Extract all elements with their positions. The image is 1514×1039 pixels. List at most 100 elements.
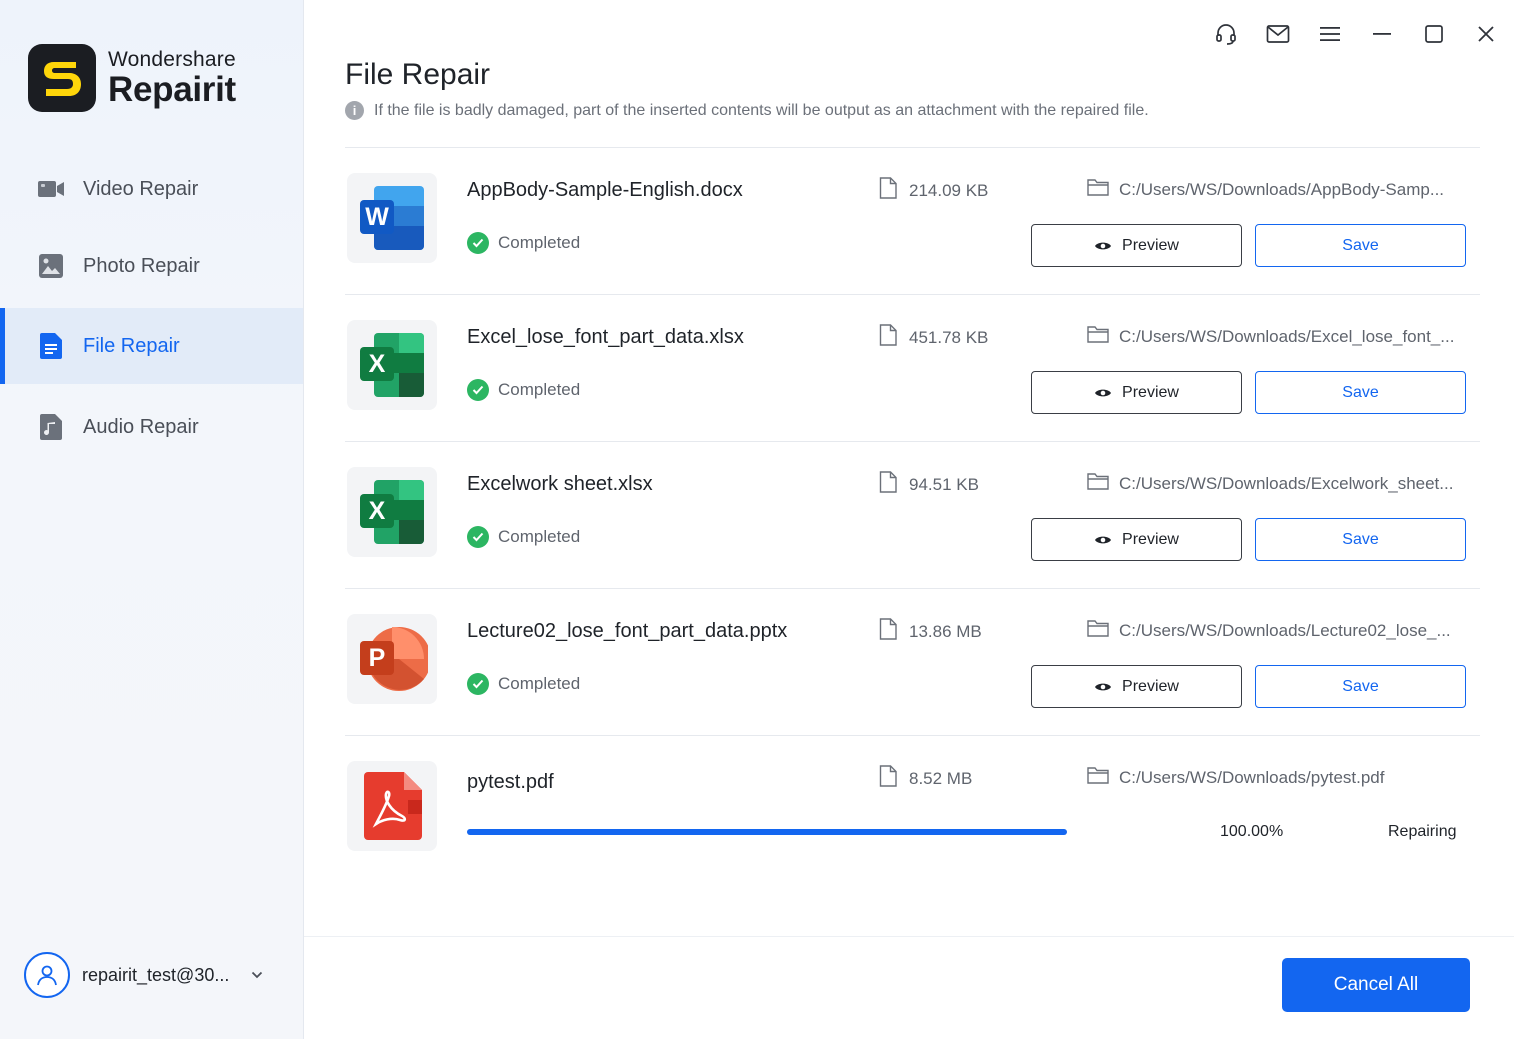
status-repairing: Repairing bbox=[1388, 823, 1457, 840]
file-name: Lecture02_lose_font_part_data.pptx bbox=[467, 620, 788, 642]
file-name: Excelwork sheet.xlsx bbox=[467, 473, 653, 495]
file-size: 94.51 KB bbox=[879, 471, 979, 498]
folder-icon bbox=[1087, 325, 1109, 348]
sidebar-item-label: Video Repair bbox=[83, 177, 199, 200]
file-name: pytest.pdf bbox=[467, 771, 554, 793]
file-outline-icon bbox=[879, 471, 897, 498]
file-list: W AppBody-Sample-English.docx Completed … bbox=[345, 147, 1480, 882]
file-outline-icon bbox=[879, 618, 897, 645]
minimize-icon[interactable] bbox=[1368, 20, 1396, 48]
progress-bar bbox=[467, 829, 1067, 835]
brand-product: Repairit bbox=[108, 70, 236, 109]
status-completed: Completed bbox=[467, 379, 580, 401]
preview-button[interactable]: Preview bbox=[1031, 518, 1242, 561]
eye-icon bbox=[1095, 389, 1112, 396]
mail-icon[interactable] bbox=[1264, 20, 1292, 48]
preview-label: Preview bbox=[1122, 530, 1179, 548]
sidebar-item-video-repair[interactable]: Video Repair bbox=[0, 151, 303, 227]
video-icon bbox=[38, 176, 64, 202]
pdf-file-icon bbox=[347, 761, 437, 851]
info-text: If the file is badly damaged, part of th… bbox=[374, 101, 1149, 119]
sidebar: Wondershare Repairit Video Repair Photo … bbox=[0, 0, 304, 1039]
sidebar-item-label: File Repair bbox=[83, 334, 180, 357]
file-outline-icon bbox=[879, 324, 897, 351]
eye-icon bbox=[1095, 536, 1112, 543]
excel-file-icon: X bbox=[347, 467, 437, 557]
file-outline-icon bbox=[879, 765, 897, 792]
powerpoint-file-icon: P bbox=[347, 614, 437, 704]
file-path: C:/Users/WS/Downloads/Excel_lose_font_..… bbox=[1087, 325, 1454, 348]
folder-icon bbox=[1087, 766, 1109, 789]
progress-fill bbox=[467, 829, 1067, 835]
file-row: X Excelwork sheet.xlsx Completed 94.51 K… bbox=[345, 441, 1480, 588]
svg-text:X: X bbox=[369, 497, 386, 525]
check-circle-icon bbox=[467, 526, 489, 548]
document-icon bbox=[38, 333, 64, 359]
status-text: Completed bbox=[498, 380, 581, 399]
folder-icon bbox=[1087, 472, 1109, 495]
progress-percent: 100.00% bbox=[1220, 823, 1284, 840]
eye-icon bbox=[1095, 683, 1112, 690]
sidebar-item-audio-repair[interactable]: Audio Repair bbox=[0, 389, 303, 465]
preview-label: Preview bbox=[1122, 383, 1179, 401]
save-button[interactable]: Save bbox=[1255, 371, 1466, 414]
file-name: Excel_lose_font_part_data.xlsx bbox=[467, 326, 744, 348]
file-row: pytest.pdf 8.52 MB C:/Users/WS/Downloads… bbox=[345, 735, 1480, 882]
file-path: C:/Users/WS/Downloads/pytest.pdf bbox=[1087, 766, 1384, 789]
chevron-down-icon[interactable] bbox=[251, 969, 263, 981]
file-row: P Lecture02_lose_font_part_data.pptx Com… bbox=[345, 588, 1480, 735]
preview-button[interactable]: Preview bbox=[1031, 665, 1242, 708]
folder-icon bbox=[1087, 178, 1109, 201]
check-circle-icon bbox=[467, 673, 489, 695]
status-text: Completed bbox=[498, 674, 581, 693]
word-file-icon: W bbox=[347, 173, 437, 263]
excel-file-icon: X bbox=[347, 320, 437, 410]
avatar bbox=[24, 952, 70, 998]
file-row: X Excel_lose_font_part_data.xlsx Complet… bbox=[345, 294, 1480, 441]
check-circle-icon bbox=[467, 232, 489, 254]
user-name: repairit_test@30... bbox=[82, 964, 230, 985]
headset-icon[interactable] bbox=[1212, 20, 1240, 48]
status-text: Completed bbox=[498, 233, 581, 252]
folder-icon bbox=[1087, 619, 1109, 642]
window-controls bbox=[1188, 20, 1500, 48]
svg-text:W: W bbox=[365, 203, 389, 231]
file-size: 13.86 MB bbox=[879, 618, 982, 645]
svg-text:P: P bbox=[369, 644, 386, 672]
user-account[interactable]: repairit_test@30... bbox=[24, 952, 263, 998]
page-title: File Repair bbox=[345, 58, 491, 91]
file-name: AppBody-Sample-English.docx bbox=[467, 179, 743, 201]
status-completed: Completed bbox=[467, 232, 580, 254]
status-completed: Completed bbox=[467, 526, 580, 548]
check-circle-icon bbox=[467, 379, 489, 401]
photo-icon bbox=[38, 253, 64, 279]
file-size: 8.52 MB bbox=[879, 765, 972, 792]
brand-company: Wondershare bbox=[108, 48, 236, 71]
footer: Cancel All bbox=[304, 936, 1514, 1039]
info-banner: i If the file is badly damaged, part of … bbox=[345, 101, 1149, 120]
music-file-icon bbox=[38, 414, 64, 440]
save-button[interactable]: Save bbox=[1255, 665, 1466, 708]
brand: Wondershare Repairit bbox=[28, 44, 236, 112]
maximize-icon[interactable] bbox=[1420, 20, 1448, 48]
eye-icon bbox=[1095, 242, 1112, 249]
status-text: Completed bbox=[498, 527, 581, 546]
file-path: C:/Users/WS/Downloads/AppBody-Samp... bbox=[1087, 178, 1444, 201]
close-icon[interactable] bbox=[1472, 20, 1500, 48]
sidebar-item-file-repair[interactable]: File Repair bbox=[0, 308, 303, 384]
repairit-logo-icon bbox=[28, 44, 96, 112]
sidebar-item-photo-repair[interactable]: Photo Repair bbox=[0, 228, 303, 304]
file-size: 451.78 KB bbox=[879, 324, 988, 351]
svg-text:X: X bbox=[369, 350, 386, 378]
sidebar-item-label: Audio Repair bbox=[83, 415, 199, 438]
file-path: C:/Users/WS/Downloads/Lecture02_lose_... bbox=[1087, 619, 1451, 642]
info-icon: i bbox=[345, 101, 364, 120]
preview-button[interactable]: Preview bbox=[1031, 224, 1242, 267]
file-size: 214.09 KB bbox=[879, 177, 988, 204]
menu-icon[interactable] bbox=[1316, 20, 1344, 48]
save-button[interactable]: Save bbox=[1255, 518, 1466, 561]
save-button[interactable]: Save bbox=[1255, 224, 1466, 267]
preview-button[interactable]: Preview bbox=[1031, 371, 1242, 414]
preview-label: Preview bbox=[1122, 677, 1179, 695]
cancel-all-button[interactable]: Cancel All bbox=[1282, 958, 1470, 1012]
